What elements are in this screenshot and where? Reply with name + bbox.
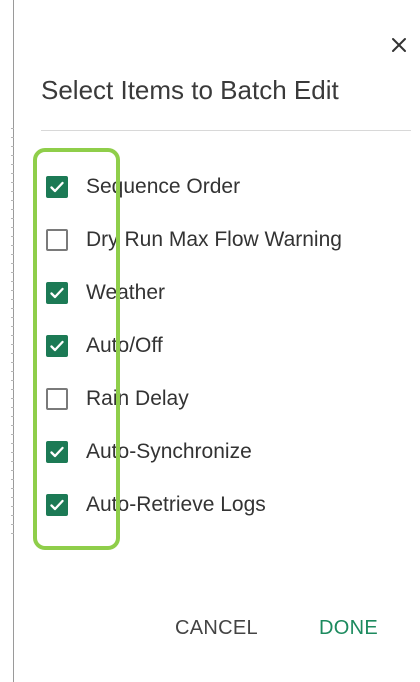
item-label: Auto-Retrieve Logs [86,492,266,516]
item-label: Weather [86,280,165,304]
list-item-rain-delay[interactable]: Rain Delay [46,372,416,425]
title-divider [41,130,411,131]
checkmark-icon [50,287,64,298]
checkbox[interactable] [46,281,68,304]
checkbox[interactable] [46,440,68,463]
close-icon [392,38,406,52]
list-item-auto-retrieve-logs[interactable]: Auto-Retrieve Logs [46,478,416,531]
list-item-auto-off[interactable]: Auto/Off [46,319,416,372]
checkmark-icon [50,446,64,457]
list-item-sequence-order[interactable]: Sequence Order [46,160,416,213]
list-item-weather[interactable]: Weather [46,266,416,319]
checkbox[interactable] [46,493,68,516]
cancel-button[interactable]: CANCEL [175,614,258,642]
list-item-dry-run-max-flow-warning[interactable]: Dry Run Max Flow Warning [46,213,416,266]
list-item-auto-synchronize[interactable]: Auto-Synchronize [46,425,416,478]
checkmark-icon [50,340,64,351]
checkbox[interactable] [46,228,68,251]
done-button[interactable]: DONE [319,614,378,642]
checkmark-icon [50,499,64,510]
batch-edit-dialog: Select Items to Batch Edit Sequence Orde… [14,0,420,682]
batch-item-list: Sequence Order Dry Run Max Flow Warning … [46,160,416,531]
checkbox[interactable] [46,387,68,410]
item-label: Sequence Order [86,174,241,198]
item-label: Rain Delay [86,386,189,410]
checkbox[interactable] [46,334,68,357]
close-button[interactable] [388,34,410,56]
checkmark-icon [50,181,64,192]
item-label: Dry Run Max Flow Warning [86,227,342,251]
item-label: Auto-Synchronize [86,439,252,463]
dialog-title: Select Items to Batch Edit [41,75,339,105]
item-label: Auto/Off [86,333,163,357]
checkbox[interactable] [46,175,68,198]
